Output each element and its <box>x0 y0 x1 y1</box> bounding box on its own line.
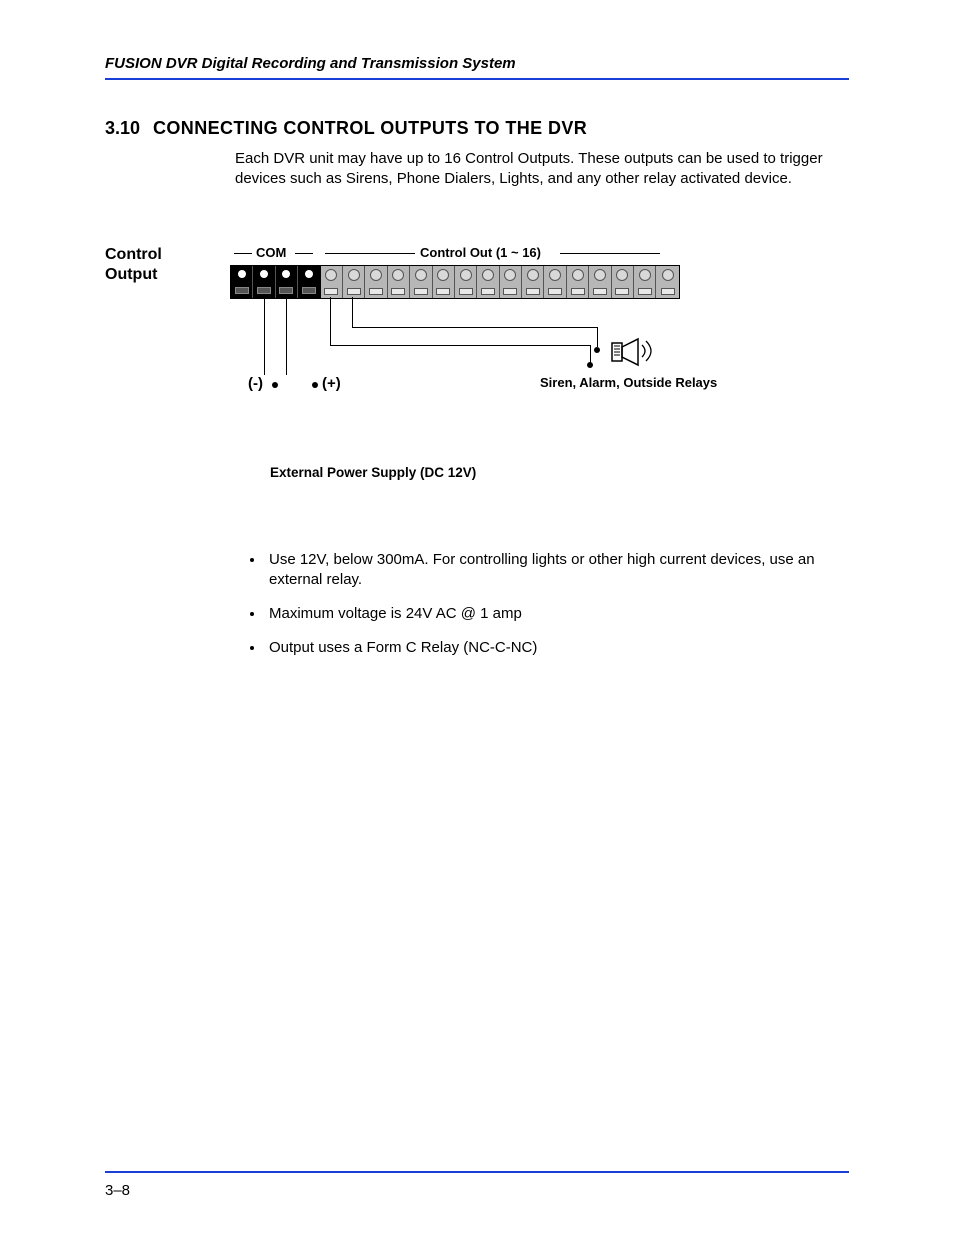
output-terminal <box>410 266 432 298</box>
wire-node-icon <box>594 347 600 353</box>
plus-node-icon <box>312 382 318 388</box>
output-terminal <box>656 266 678 298</box>
figure-side-label-line1: Control <box>105 246 162 263</box>
output-terminal <box>589 266 611 298</box>
bullet-item: Output uses a Form C Relay (NC-C-NC) <box>265 638 849 658</box>
output-terminal <box>433 266 455 298</box>
section-intro-paragraph: Each DVR unit may have up to 16 Control … <box>235 149 845 190</box>
bullet-list: Use 12V, below 300mA. For controlling li… <box>265 550 849 659</box>
power-supply-caption: External Power Supply (DC 12V) <box>270 465 849 480</box>
figure-side-label: Control Output <box>105 245 185 287</box>
running-header: FUSION DVR Digital Recording and Transmi… <box>105 55 849 78</box>
minus-symbol: (-) <box>248 375 263 392</box>
output-terminal <box>365 266 387 298</box>
document-page: FUSION DVR Digital Recording and Transmi… <box>0 0 954 1235</box>
com-label: COM <box>256 245 286 260</box>
output-terminal <box>343 266 365 298</box>
com-terminal <box>253 266 275 298</box>
output-terminal <box>544 266 566 298</box>
header-rule <box>105 78 849 80</box>
output-terminal <box>388 266 410 298</box>
output-terminal <box>634 266 656 298</box>
wire-node-icon <box>587 362 593 368</box>
com-terminal <box>276 266 298 298</box>
bullet-item: Maximum voltage is 24V AC @ 1 amp <box>265 604 849 624</box>
control-out-label: Control Out (1 ~ 16) <box>420 245 541 260</box>
plus-symbol: (+) <box>322 375 341 392</box>
output-terminal <box>477 266 499 298</box>
com-terminal-group <box>231 266 321 298</box>
output-terminal <box>567 266 589 298</box>
output-terminal <box>500 266 522 298</box>
section-heading: 3.10 CONNECTING CONTROL OUTPUTS TO THE D… <box>105 118 849 139</box>
minus-node-icon <box>272 382 278 388</box>
page-number: 3–8 <box>105 1182 130 1199</box>
com-terminal <box>298 266 320 298</box>
output-terminal <box>455 266 477 298</box>
terminal-strip <box>230 265 680 299</box>
com-terminal <box>231 266 253 298</box>
footer-rule <box>105 1171 849 1173</box>
output-terminal <box>522 266 544 298</box>
bullet-item: Use 12V, below 300mA. For controlling li… <box>265 550 849 591</box>
output-terminal <box>321 266 343 298</box>
figure-side-label-line2: Output <box>105 266 157 283</box>
figure-block: Control Output COM Control Out (1 ~ 16) … <box>105 245 849 460</box>
wiring-diagram: COM Control Out (1 ~ 16) (-) (+) <box>230 245 770 460</box>
device-label: Siren, Alarm, Outside Relays <box>540 375 717 390</box>
siren-icon <box>610 333 660 371</box>
output-terminal-group <box>321 266 679 298</box>
section-title: CONNECTING CONTROL OUTPUTS TO THE DVR <box>153 118 587 139</box>
output-terminal <box>612 266 634 298</box>
section-number: 3.10 <box>105 118 153 139</box>
